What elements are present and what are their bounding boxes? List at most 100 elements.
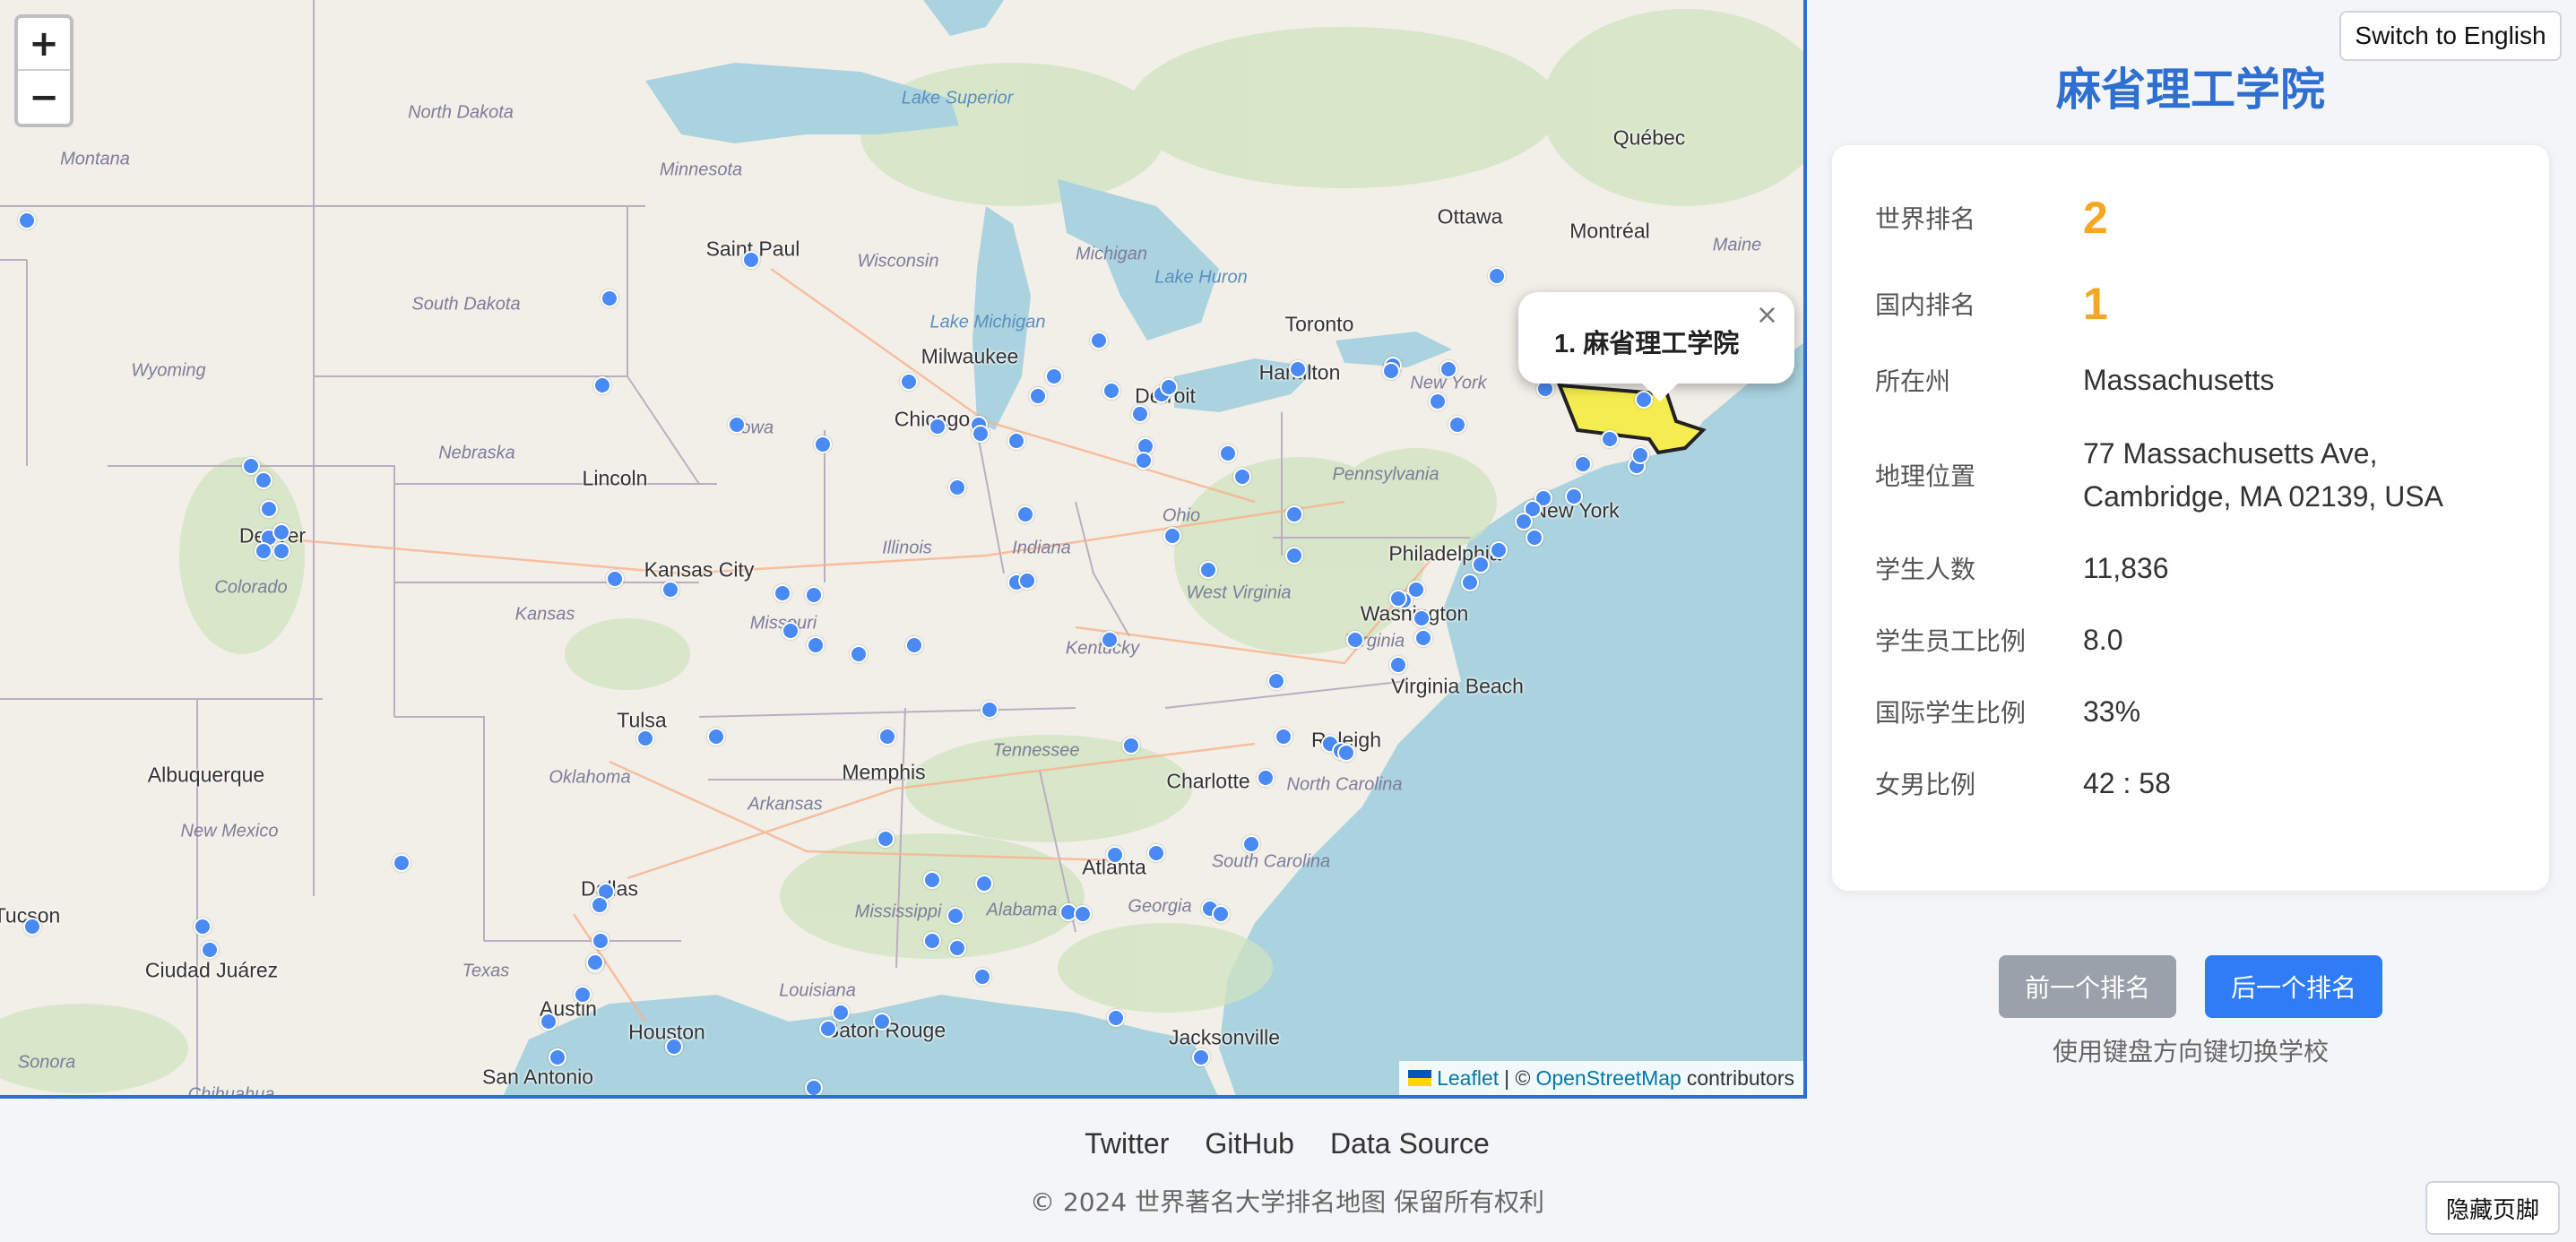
university-marker[interactable] [728,416,746,434]
university-marker[interactable] [549,1048,566,1066]
university-marker[interactable] [272,523,290,541]
university-marker[interactable] [1257,769,1275,787]
university-marker[interactable] [782,622,800,640]
university-marker[interactable] [1242,835,1260,853]
university-marker[interactable] [592,932,609,950]
university-marker[interactable] [272,542,290,560]
university-marker[interactable] [255,471,272,489]
university-marker[interactable] [1122,737,1140,755]
footer-link-twitter[interactable]: Twitter [1085,1127,1169,1160]
university-marker[interactable] [905,636,923,654]
university-marker[interactable] [1346,631,1364,649]
university-marker[interactable] [1439,360,1457,378]
university-marker[interactable] [1074,905,1092,923]
university-marker[interactable] [929,418,947,436]
university-marker[interactable] [586,953,604,971]
university-marker[interactable] [1160,378,1178,396]
university-marker[interactable] [1389,656,1407,674]
university-marker[interactable] [1192,1048,1210,1066]
university-marker[interactable] [661,581,679,599]
university-marker[interactable] [242,457,260,475]
hide-footer-button[interactable]: 隐藏页脚 [2425,1181,2560,1235]
university-marker[interactable] [591,896,609,914]
popup-close-button[interactable]: × [1756,299,1778,331]
university-marker[interactable] [1337,744,1355,762]
university-marker[interactable] [948,939,966,957]
university-marker[interactable] [923,932,941,950]
previous-rank-button[interactable]: 前一个排名 [1999,955,2176,1018]
university-marker[interactable] [1631,446,1649,464]
university-marker[interactable] [1029,387,1047,405]
university-marker[interactable] [260,500,278,518]
university-marker[interactable] [774,584,791,602]
university-marker[interactable] [1488,267,1506,285]
university-marker[interactable] [1448,416,1466,434]
map-view[interactable]: + − Saint PaulMilwaukeeChicagoDetroitTor… [0,0,1807,1099]
university-marker[interactable] [540,1013,558,1031]
university-marker[interactable] [1414,629,1432,647]
university-marker[interactable] [393,854,411,872]
university-marker[interactable] [636,729,654,747]
university-marker[interactable] [1472,556,1490,574]
university-marker[interactable] [18,211,36,229]
university-marker[interactable] [707,728,725,746]
university-marker[interactable] [1219,444,1237,462]
leaflet-link[interactable]: Leaflet [1437,1066,1499,1091]
university-marker[interactable] [665,1038,683,1056]
zoom-out-button[interactable]: − [18,71,70,124]
footer-link-data-source[interactable]: Data Source [1330,1127,1490,1160]
university-marker[interactable] [973,968,991,986]
university-marker[interactable] [814,436,832,453]
university-marker[interactable] [23,918,41,936]
university-marker[interactable] [1199,561,1217,579]
zoom-in-button[interactable]: + [18,18,70,71]
university-marker[interactable] [1090,332,1108,349]
university-marker[interactable] [574,986,592,1004]
university-marker[interactable] [593,376,611,394]
university-marker[interactable] [1565,487,1583,505]
university-marker[interactable] [900,373,918,391]
footer-link-github[interactable]: GitHub [1205,1127,1294,1160]
university-marker[interactable] [1285,505,1303,523]
university-marker[interactable] [1413,609,1431,627]
university-marker[interactable] [1107,1009,1125,1027]
university-marker[interactable] [975,875,993,893]
university-marker[interactable] [1135,452,1153,470]
university-marker[interactable] [1233,468,1251,486]
university-marker[interactable] [1389,590,1407,608]
university-marker[interactable] [1526,529,1543,547]
university-marker[interactable] [1045,367,1063,385]
university-marker[interactable] [1382,362,1400,380]
university-marker[interactable] [923,871,941,889]
university-marker[interactable] [850,645,868,663]
university-marker[interactable] [972,425,990,443]
university-marker[interactable] [878,728,896,746]
university-marker[interactable] [1285,547,1303,565]
university-marker[interactable] [606,570,624,588]
university-marker[interactable] [1574,455,1592,473]
university-marker[interactable] [981,701,998,719]
university-marker[interactable] [1007,432,1025,450]
university-marker[interactable] [1515,513,1533,530]
university-marker[interactable] [255,542,272,560]
university-marker[interactable] [742,251,760,269]
osm-link[interactable]: OpenStreetMap [1535,1066,1681,1091]
university-marker[interactable] [947,907,964,925]
university-marker[interactable] [1275,728,1292,746]
university-marker[interactable] [805,1079,823,1095]
university-marker[interactable] [1018,572,1036,590]
university-marker[interactable] [1267,672,1285,690]
university-marker[interactable] [1163,527,1181,545]
university-marker[interactable] [601,289,618,307]
university-marker[interactable] [948,479,966,496]
university-marker[interactable] [877,830,895,848]
university-marker[interactable] [1429,392,1447,410]
university-marker[interactable] [194,918,212,936]
university-marker[interactable] [819,1020,837,1038]
university-marker[interactable] [807,636,825,654]
university-marker[interactable] [1016,505,1034,523]
university-marker[interactable] [1147,844,1165,862]
next-rank-button[interactable]: 后一个排名 [2205,955,2382,1018]
university-marker[interactable] [805,586,823,604]
university-marker[interactable] [1106,846,1124,864]
